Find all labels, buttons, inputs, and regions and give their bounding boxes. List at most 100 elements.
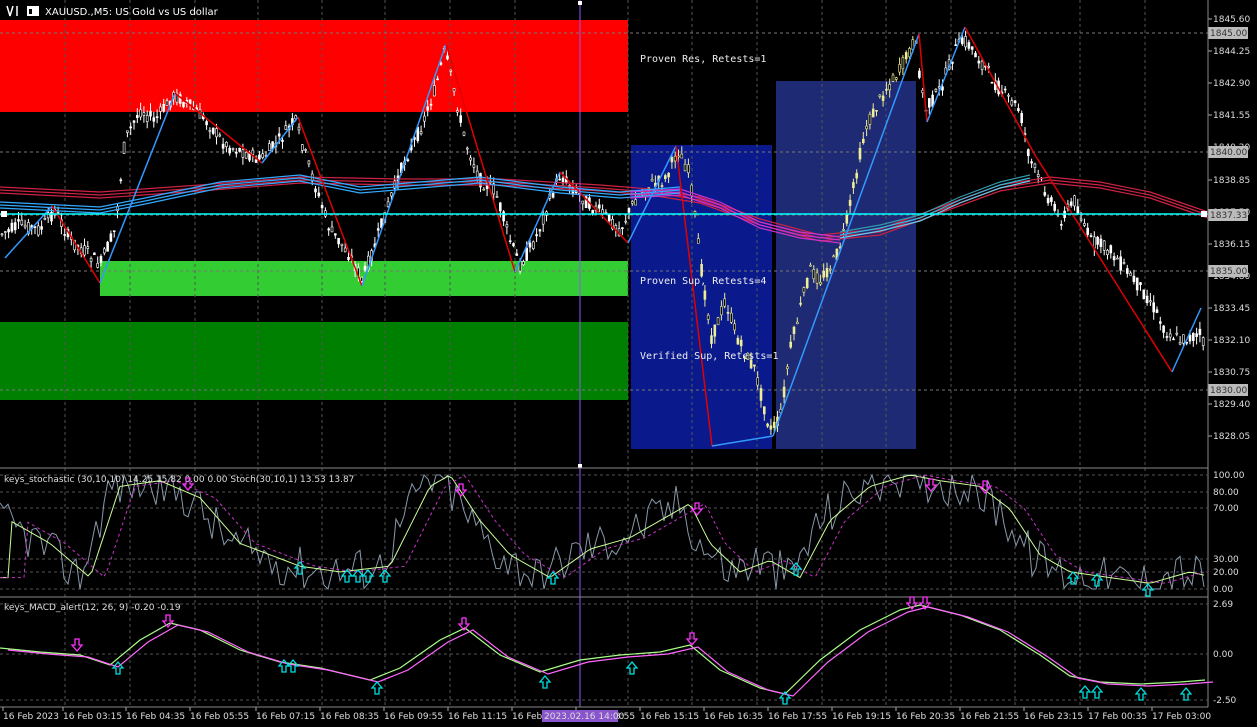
candle-body — [406, 159, 410, 162]
candle-body — [581, 200, 585, 205]
candle-body — [251, 149, 255, 155]
candle-body — [307, 160, 311, 165]
candle-body — [304, 149, 307, 151]
candle-body — [660, 185, 664, 187]
candle-body — [159, 106, 162, 112]
candle-body — [828, 268, 832, 271]
time-tick-label: 16 Feb 16:35 — [704, 712, 763, 722]
candle-body — [238, 147, 241, 152]
candle-body — [918, 70, 921, 78]
candle-body — [987, 65, 991, 68]
candle-body — [1060, 224, 1063, 226]
candle-body — [531, 241, 535, 250]
candle-body — [786, 366, 789, 370]
candle-body — [231, 148, 235, 150]
candle-body — [891, 74, 895, 82]
candle-body — [465, 147, 469, 150]
stoch-level-label: 20.00 — [1213, 568, 1239, 578]
candle-body — [871, 108, 875, 118]
candle-body — [1073, 195, 1076, 207]
candle-body — [188, 99, 192, 105]
candle-body — [419, 131, 423, 135]
candle-body — [347, 257, 350, 260]
candle-body — [218, 134, 222, 137]
candle-body — [700, 264, 703, 277]
candle-body — [723, 298, 727, 307]
candle-body — [1145, 295, 1149, 304]
candle-body — [13, 222, 17, 231]
candle-body — [703, 290, 707, 300]
candle-body — [281, 139, 284, 142]
candle-body — [1086, 227, 1089, 235]
candle-body — [363, 265, 367, 271]
time-tick-label: 16 Feb 2023 — [3, 712, 59, 722]
hline-handle-left[interactable] — [1, 211, 7, 217]
candle-body — [386, 201, 390, 207]
candle-body — [815, 272, 819, 284]
candle-body — [1168, 333, 1172, 338]
vline-handle-mid[interactable] — [578, 464, 582, 468]
candle-body — [145, 115, 149, 122]
candle-body — [1076, 206, 1080, 215]
candle-body — [805, 277, 809, 289]
candle-body — [733, 323, 736, 331]
candle-body — [221, 143, 225, 149]
candle-body — [33, 226, 37, 228]
candle-body — [1116, 257, 1119, 260]
candle-body — [1106, 250, 1109, 255]
price-level-label: 1837.33 — [1210, 211, 1247, 221]
candle-body — [505, 224, 509, 228]
candle-body — [126, 130, 129, 133]
time-tick-label: 16 Feb 07:15 — [256, 712, 315, 722]
candle-body — [258, 154, 261, 160]
hline-handle-right[interactable] — [1201, 211, 1207, 217]
trading-chart[interactable]: Proven Res, Retests=1 Proven Sup, Retest… — [0, 0, 1257, 727]
candle-body — [1139, 282, 1142, 285]
candle-body — [149, 110, 152, 117]
candle-body — [432, 85, 436, 97]
candle-body — [333, 233, 337, 236]
candle-body — [1003, 88, 1007, 91]
price-tick-label: 1830.75 — [1213, 368, 1250, 378]
candle-body — [1089, 235, 1093, 237]
candle-body — [528, 242, 532, 248]
candle-body — [1109, 245, 1113, 254]
candle-body — [729, 312, 733, 323]
stoch-level-label: 80.00 — [1213, 488, 1239, 498]
candle-body — [980, 60, 984, 70]
candle-body — [93, 252, 96, 256]
candle-body — [792, 326, 796, 335]
candle-body — [1083, 223, 1086, 226]
candle-body — [960, 37, 964, 45]
candle-body — [1099, 238, 1103, 247]
candle-body — [789, 341, 793, 348]
candle-body — [1126, 268, 1129, 274]
candle-body — [904, 52, 908, 60]
candle-body — [934, 88, 938, 92]
candle-body — [0, 233, 4, 236]
candle-body — [205, 121, 208, 126]
candle-body — [759, 388, 763, 401]
candle-body — [86, 246, 90, 249]
candle-body — [297, 126, 301, 131]
sup-proven-zone-label: Proven Sup, Retests=4 — [640, 276, 766, 287]
candle-body — [482, 188, 486, 191]
candle-body — [706, 314, 710, 320]
candle-body — [436, 78, 439, 81]
candle-body — [812, 269, 816, 280]
candle-body — [106, 241, 109, 252]
price-tick-label: 1828.05 — [1213, 432, 1250, 442]
candle-body — [1043, 192, 1047, 196]
candle-body — [99, 256, 103, 263]
vline-handle-top[interactable] — [578, 1, 582, 5]
candle-body — [337, 237, 340, 245]
candle-body — [1093, 236, 1096, 249]
candle-body — [1010, 100, 1014, 106]
candle-body — [469, 157, 472, 161]
candle-body — [604, 211, 608, 214]
candle-body — [551, 192, 555, 198]
candle-body — [330, 226, 334, 233]
candle-body — [340, 243, 344, 246]
macd-title: keys_MACD_alert(12, 26, 9) -0.20 -0.19 — [4, 603, 181, 613]
candle-body — [459, 115, 463, 123]
